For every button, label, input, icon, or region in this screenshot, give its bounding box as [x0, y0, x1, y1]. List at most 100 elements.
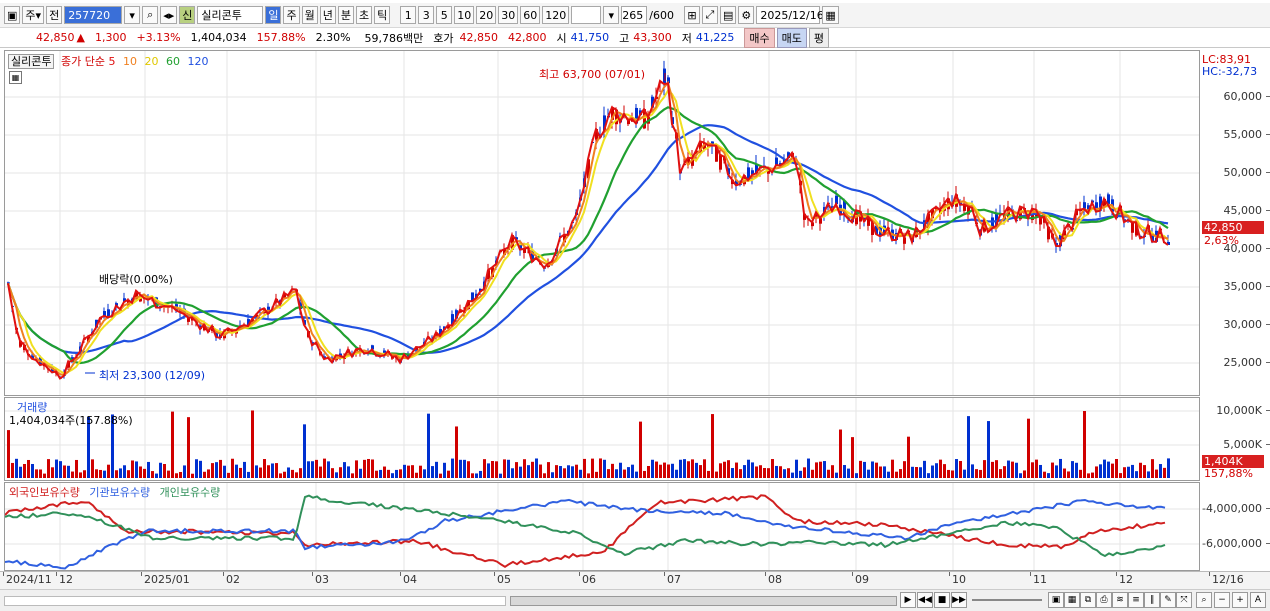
quote-row: 42,850 ▲ 1,300 +3.13% 1,404,034 157.88% … — [0, 27, 1270, 48]
search-icon[interactable]: ⌕ — [142, 6, 159, 24]
interval-tick[interactable]: 틱 — [374, 6, 391, 24]
play-icon[interactable]: ▶ — [900, 592, 916, 608]
unit-3[interactable]: 3 — [418, 6, 435, 24]
low-annotation: 최저 23,300 (12/09) — [99, 369, 206, 382]
table-icon[interactable]: ▦ — [9, 71, 22, 84]
price-tick: 35,000 — [1223, 280, 1270, 293]
volume-subtitle: 1,404,034주(157.88%) — [9, 414, 133, 427]
price-change-pct: +3.13% — [136, 31, 181, 44]
hc-label: HC:-32,73 — [1202, 65, 1258, 78]
gear-icon[interactable]: ⚙ — [738, 6, 755, 24]
ma5-legend: 5 — [108, 55, 116, 68]
interval-minute[interactable]: 분 — [337, 6, 354, 24]
holdings-tick: -4,000,000 — [1202, 502, 1270, 515]
zoom-search-icon[interactable]: ⌕ — [1196, 592, 1212, 608]
high-price: 43,300 — [633, 31, 672, 44]
period-type-value: 주 — [25, 9, 36, 22]
stop-icon[interactable]: ■ — [934, 592, 950, 608]
unit-60[interactable]: 60 — [520, 6, 541, 24]
holdings-tick: -6,000,000 — [1202, 537, 1270, 550]
price-tick: 45,000 — [1223, 204, 1270, 217]
price-legend: 실리콘투 종가 단순 5 10 20 60 120 — [8, 53, 208, 69]
code-dropdown-icon[interactable]: ▾ — [124, 6, 141, 24]
interval-year[interactable]: 년 — [319, 6, 336, 24]
save-icon[interactable]: ▤ — [719, 6, 737, 24]
date-axis: 2024/11 12 2025/01 02 03 04 05 06 07 08 … — [0, 571, 1270, 590]
ma10-legend: 10 — [122, 55, 137, 68]
zoom-slider[interactable] — [972, 599, 1042, 601]
chart-settings-icon[interactable]: ▣ — [4, 6, 21, 24]
holdings-y-axis: -4,000,000 -6,000,000 — [1200, 482, 1270, 571]
ask-price: 42,850 — [459, 31, 499, 44]
unit-30[interactable]: 30 — [498, 6, 519, 24]
eval-button[interactable]: 평 — [808, 27, 830, 48]
grid-icon[interactable]: ▦ — [1064, 592, 1080, 608]
price-tick: 30,000 — [1223, 318, 1270, 331]
speaker-icon[interactable]: ◂▸ — [160, 6, 178, 24]
period-type-select[interactable]: 주 ▾ — [22, 6, 45, 24]
bar-icon[interactable]: ∥ — [1144, 592, 1160, 608]
stock-name-field: 실리콘투 — [197, 6, 264, 24]
volume-value: 1,404,034 — [190, 31, 247, 44]
volume-y-axis: 10,000K 5,000K 1,404K 157,88% — [1200, 397, 1270, 481]
prev-button[interactable]: 전 — [46, 6, 63, 24]
stock-label: 실리콘투 — [8, 54, 55, 69]
interval-week[interactable]: 주 — [283, 6, 300, 24]
indicator-icon[interactable]: ⊞ — [683, 6, 700, 24]
turnover-pct: 2.30% — [315, 31, 351, 44]
date-label: 07 — [664, 572, 681, 586]
date-label: 12/16 — [1209, 572, 1244, 586]
volume-panel[interactable]: 거래량 1,404,034주(157.88%) — [4, 397, 1200, 481]
date-label: 04 — [400, 572, 417, 586]
date-input[interactable]: 2025/12/16 — [756, 6, 824, 24]
unit-120[interactable]: 120 — [542, 6, 570, 24]
sell-button[interactable]: 매도 — [776, 27, 807, 48]
date-label: 2024/11 — [3, 572, 52, 586]
price-chart — [5, 51, 1199, 395]
chart-toolbar: ▣ 주 ▾ 전 257720 ▾ ⌕ ◂▸ 신 실리콘투 일 주 월 년 분 초 … — [0, 3, 1270, 28]
institution-legend: 기관보유수량 — [89, 486, 151, 499]
chart-type-icon[interactable]: ≋ — [1112, 592, 1128, 608]
price-chart-panel[interactable]: 실리콘투 종가 단순 5 10 20 60 120 ▦ 최고 63,700 (0… — [4, 50, 1200, 396]
scroll-thumb[interactable] — [510, 596, 897, 606]
zoom-in-icon[interactable]: + — [1232, 592, 1248, 608]
ma60-legend: 60 — [165, 55, 180, 68]
interval-second[interactable]: 초 — [355, 6, 373, 24]
forward-icon[interactable]: ▶▶ — [951, 592, 967, 608]
unit-20[interactable]: 20 — [476, 6, 497, 24]
count-max: /600 — [649, 8, 674, 22]
copy-icon[interactable]: ⧉ — [1080, 592, 1096, 608]
low-label: 저 — [681, 31, 692, 45]
up-arrow-icon: ▲ — [76, 31, 85, 44]
stock-code-input[interactable]: 257720 — [64, 6, 123, 24]
unit-10[interactable]: 10 — [454, 6, 475, 24]
buy-button[interactable]: 매수 — [744, 27, 775, 48]
individual-legend: 개인보유수량 — [159, 486, 221, 499]
high-label: 고 — [619, 31, 630, 45]
date-label: 12 — [1116, 572, 1133, 586]
date-label: 12 — [56, 572, 73, 586]
interval-month[interactable]: 월 — [301, 6, 318, 24]
holdings-panel[interactable]: 외국인보유수량 기관보유수량 개인보유수량 — [4, 482, 1200, 571]
volume-tick: 5,000K — [1223, 438, 1270, 451]
unit-5[interactable]: 5 — [436, 6, 453, 24]
fit-icon[interactable]: ⤧ — [1176, 592, 1192, 608]
rewind-icon[interactable]: ◀◀ — [917, 592, 933, 608]
count-input[interactable]: 265 — [621, 6, 648, 24]
volume-ratio: 157.88% — [256, 31, 306, 44]
interval-day[interactable]: 일 — [265, 6, 282, 24]
draw-icon[interactable]: ✎ — [1160, 592, 1176, 608]
text-icon[interactable]: A — [1250, 592, 1266, 608]
unit-custom-input[interactable] — [571, 6, 602, 24]
zoom-out-icon[interactable]: − — [1214, 592, 1230, 608]
indicator-list-icon[interactable]: ≡ — [1128, 592, 1144, 608]
scroll-track[interactable] — [4, 596, 506, 606]
unit-dropdown-icon[interactable]: ▾ — [603, 6, 620, 24]
unit-1[interactable]: 1 — [400, 6, 417, 24]
price-y-axis: LC:83,91 HC:-32,73 60,000 55,000 50,000 … — [1200, 50, 1270, 396]
date-label: 11 — [1030, 572, 1047, 586]
layout-icon[interactable]: ▣ — [1048, 592, 1064, 608]
calendar-icon[interactable]: ▦ — [822, 6, 839, 24]
print-icon[interactable]: ⎙ — [1096, 592, 1112, 608]
compare-icon[interactable]: ⤢ — [701, 6, 718, 24]
